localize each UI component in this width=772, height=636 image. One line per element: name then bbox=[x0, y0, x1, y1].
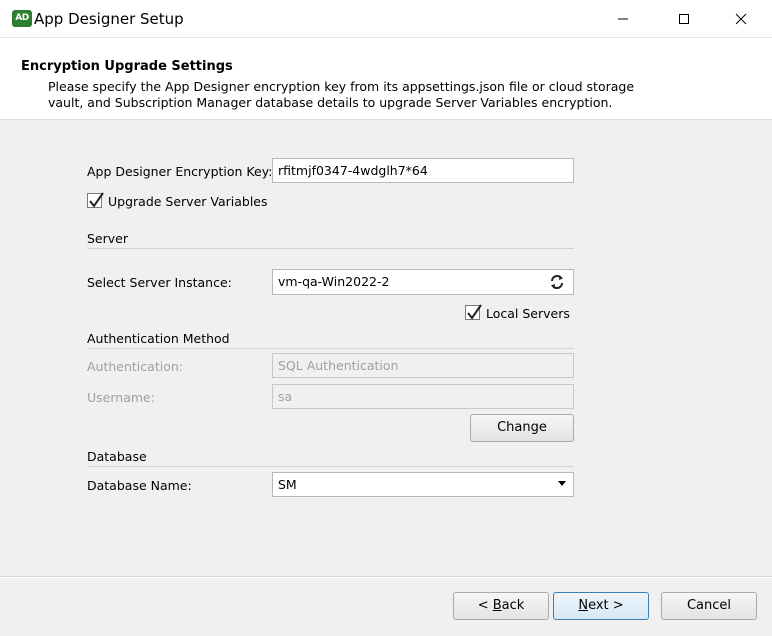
authentication-label: Authentication: bbox=[87, 359, 183, 374]
back-button-prefix: < bbox=[477, 598, 493, 613]
main-panel: App Designer Encryption Key: rfitmjf0347… bbox=[0, 120, 772, 636]
upgrade-server-variables-label: Upgrade Server Variables bbox=[108, 194, 268, 209]
description-line-1: Please specify the App Designer encrypti… bbox=[48, 79, 635, 94]
server-instance-label: Select Server Instance: bbox=[87, 275, 232, 290]
authentication-section-divider bbox=[87, 348, 574, 349]
window-title: App Designer Setup bbox=[34, 10, 184, 28]
username-field: sa bbox=[272, 384, 574, 409]
server-section-heading: Server bbox=[87, 231, 128, 246]
authentication-field: SQL Authentication bbox=[272, 353, 574, 378]
username-label: Username: bbox=[87, 390, 155, 405]
local-servers-label: Local Servers bbox=[486, 306, 570, 321]
back-button-rest: ack bbox=[501, 598, 525, 613]
database-name-label: Database Name: bbox=[87, 478, 192, 493]
upgrade-server-variables-checkbox[interactable] bbox=[87, 192, 104, 208]
checkmark-icon bbox=[89, 192, 104, 208]
close-icon bbox=[735, 13, 747, 25]
close-button[interactable] bbox=[718, 0, 764, 38]
encryption-key-label: App Designer Encryption Key: bbox=[87, 164, 273, 179]
next-button-accelerator: N bbox=[578, 598, 589, 613]
back-button-accelerator: B bbox=[492, 598, 502, 613]
description-line-2: vault, and Subscription Manager database… bbox=[48, 95, 613, 110]
minimize-button[interactable] bbox=[600, 0, 646, 38]
next-button-rest: ext > bbox=[588, 598, 624, 613]
database-name-dropdown[interactable]: SM bbox=[272, 472, 574, 497]
app-logo-icon: AD bbox=[12, 10, 32, 27]
minimize-icon bbox=[618, 18, 628, 20]
checkmark-icon bbox=[467, 304, 482, 320]
database-section-heading: Database bbox=[87, 449, 147, 464]
authentication-section-heading: Authentication Method bbox=[87, 331, 230, 346]
next-button[interactable]: Next > bbox=[553, 592, 649, 620]
footer-divider-highlight bbox=[0, 577, 772, 578]
maximize-icon bbox=[679, 14, 689, 24]
page-title: Encryption Upgrade Settings bbox=[21, 59, 233, 74]
server-instance-combobox[interactable]: vm-qa-Win2022-2 bbox=[272, 269, 574, 295]
cancel-button[interactable]: Cancel bbox=[661, 592, 757, 620]
title-bar: AD App Designer Setup bbox=[0, 0, 772, 38]
chevron-down-icon[interactable] bbox=[558, 481, 566, 486]
page-description: Please specify the App Designer encrypti… bbox=[48, 79, 648, 111]
maximize-button[interactable] bbox=[661, 0, 707, 38]
change-button[interactable]: Change bbox=[470, 414, 574, 442]
database-section-divider bbox=[87, 466, 574, 467]
encryption-key-input[interactable]: rfitmjf0347-4wdglh7*64 bbox=[272, 158, 574, 183]
server-section-divider bbox=[87, 248, 574, 249]
refresh-icon[interactable] bbox=[549, 274, 565, 290]
back-button[interactable]: < Back bbox=[453, 592, 549, 620]
wizard-header: Encryption Upgrade Settings Please speci… bbox=[0, 38, 772, 120]
local-servers-checkbox[interactable] bbox=[465, 304, 482, 320]
